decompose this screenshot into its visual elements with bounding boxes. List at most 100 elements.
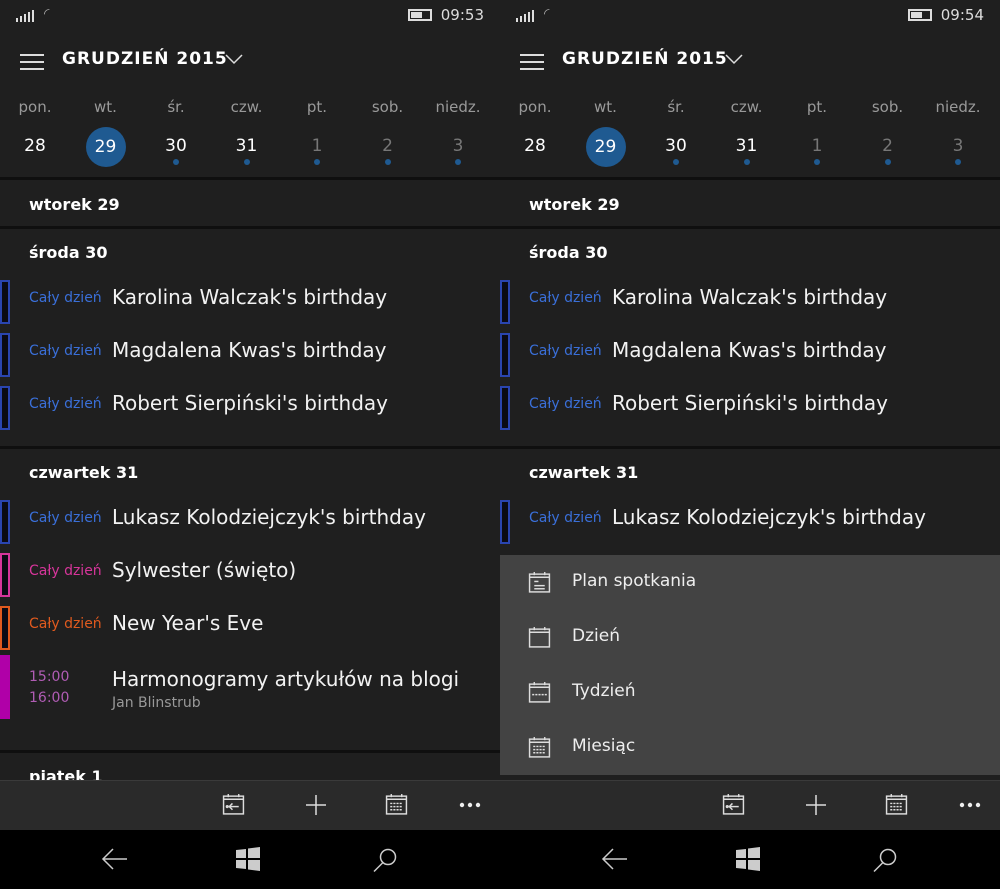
date-cell[interactable]: 3	[423, 136, 493, 156]
date-cell[interactable]: 30	[141, 136, 211, 156]
more-button[interactable]	[458, 793, 482, 817]
chevron-down-icon[interactable]	[725, 50, 743, 68]
event-title: Magdalena Kwas's birthday	[612, 338, 887, 362]
date-cell[interactable]: 29	[585, 127, 626, 167]
event-time: Cały dzień	[29, 290, 102, 306]
weekday-label: sob.	[871, 98, 904, 116]
event-color-bar	[500, 333, 510, 377]
weekday-label: wt.	[94, 98, 117, 116]
more-button[interactable]	[958, 793, 982, 817]
event-row[interactable]: Cały dzień Magdalena Kwas's birthday	[500, 329, 1000, 382]
event-time: Cały dzień	[29, 563, 102, 579]
event-row[interactable]: Cały dzień Lukasz Kolodziejczyk's birthda…	[500, 496, 1000, 549]
event-row[interactable]: Cały dzień Sylwester (święto)	[0, 549, 500, 602]
menu-item-label: Plan spotkania	[572, 571, 697, 591]
event-color-bar	[0, 333, 10, 377]
month-view-icon	[385, 794, 408, 820]
week-separator	[0, 177, 500, 180]
wifi-icon: ◜	[44, 6, 50, 22]
month-view-button[interactable]	[885, 793, 909, 817]
event-row[interactable]: Cały dzień Robert Sierpiński's birthday	[500, 382, 1000, 435]
day-heading: środa 30	[29, 243, 108, 262]
event-row[interactable]: 15:00 16:00 Harmonogramy artykułów na blog…	[0, 655, 500, 739]
phone-screen: ◜ 09:54 GRUDZIEŃ 2015 pon. 28 wt. 29 śr. 30 czw. 3…	[500, 0, 1000, 889]
weekday-label: śr.	[167, 98, 185, 116]
menu-item-dzień[interactable]: Dzień	[500, 610, 1000, 665]
back-button[interactable]	[101, 847, 129, 875]
event-row[interactable]: Cały dzień New Year's Eve	[0, 602, 500, 655]
event-indicator-dot	[884, 159, 891, 165]
event-indicator-dot	[455, 159, 461, 165]
day-separator	[0, 446, 500, 449]
menu-item-tydzień[interactable]: Tydzień	[500, 665, 1000, 720]
battery-icon	[408, 9, 432, 21]
event-title: Magdalena Kwas's birthday	[112, 338, 387, 362]
weekday-label: niedz.	[435, 98, 481, 116]
month-title[interactable]: GRUDZIEŃ 2015	[62, 49, 228, 69]
hamburger-menu-icon[interactable]	[520, 54, 544, 75]
day-heading: czwartek 31	[29, 463, 139, 482]
wifi-icon: ◜	[544, 6, 550, 22]
menu-item-miesiąc[interactable]: Miesiąc	[500, 720, 1000, 775]
today-button[interactable]	[222, 793, 246, 817]
date-cell[interactable]: 29	[85, 127, 126, 167]
navigation-bar	[0, 830, 500, 889]
date-cell[interactable]: 28	[0, 136, 70, 156]
month-title[interactable]: GRUDZIEŃ 2015	[562, 49, 728, 69]
date-cell[interactable]: 31	[212, 136, 282, 156]
weekday-label: sob.	[371, 98, 404, 116]
add-event-button[interactable]	[304, 793, 328, 817]
menu-item-plan-spotkania[interactable]: Plan spotkania	[500, 555, 1000, 610]
event-color-bar	[0, 655, 10, 719]
date-cell[interactable]: 2	[853, 136, 923, 156]
today-button[interactable]	[722, 793, 746, 817]
app-bar	[0, 780, 500, 830]
add-event-button[interactable]	[804, 793, 828, 817]
navigation-bar	[500, 830, 1000, 889]
event-indicator-dot	[173, 159, 179, 165]
start-button[interactable]	[736, 847, 760, 875]
event-row[interactable]: Cały dzień Karolina Walczak's birthday	[500, 276, 1000, 329]
event-row[interactable]: Cały dzień Lukasz Kolodziejczyk's birthda…	[0, 496, 500, 549]
signal-icon	[16, 10, 34, 22]
day-heading: wtorek 29	[29, 195, 120, 214]
status-time: 09:54	[940, 6, 984, 24]
week-separator	[500, 177, 1000, 180]
event-color-bar	[0, 500, 10, 544]
date-cell[interactable]: 1	[282, 136, 352, 156]
menu-item-label: Dzień	[572, 626, 620, 646]
search-button[interactable]	[372, 847, 398, 877]
plus-icon	[804, 795, 828, 821]
app-bar	[500, 780, 1000, 830]
event-color-bar	[500, 386, 510, 430]
event-time: Cały dzień	[529, 396, 602, 412]
weekday-label: czw.	[230, 98, 263, 116]
date-cell[interactable]: 28	[500, 136, 570, 156]
event-title: Karolina Walczak's birthday	[112, 285, 388, 309]
search-button[interactable]	[872, 847, 898, 877]
more-icon	[458, 802, 482, 821]
event-indicator-dot	[243, 159, 250, 165]
month-view-button[interactable]	[385, 793, 409, 817]
event-row[interactable]: Cały dzień Robert Sierpiński's birthday	[0, 382, 500, 435]
event-time: 15:00 16:00	[29, 667, 69, 709]
menu-item-label: Miesiąc	[572, 736, 636, 756]
chevron-down-icon[interactable]	[225, 50, 243, 68]
back-button[interactable]	[601, 847, 629, 875]
weekday-label: pt.	[306, 98, 328, 116]
date-cell[interactable]: 3	[923, 136, 993, 156]
weekday-label: wt.	[594, 98, 617, 116]
event-row[interactable]: Cały dzień Magdalena Kwas's birthday	[0, 329, 500, 382]
event-indicator-dot	[814, 159, 820, 165]
plus-icon	[304, 795, 328, 821]
start-button[interactable]	[236, 847, 260, 875]
date-cell[interactable]: 30	[641, 136, 711, 156]
date-cell[interactable]: 2	[353, 136, 423, 156]
hamburger-menu-icon[interactable]	[20, 54, 44, 75]
date-cell[interactable]: 31	[712, 136, 782, 156]
search-icon	[372, 848, 398, 877]
day-heading: czwartek 31	[529, 463, 639, 482]
date-cell[interactable]: 1	[782, 136, 852, 156]
event-row[interactable]: Cały dzień Karolina Walczak's birthday	[0, 276, 500, 329]
event-color-bar	[0, 386, 10, 430]
